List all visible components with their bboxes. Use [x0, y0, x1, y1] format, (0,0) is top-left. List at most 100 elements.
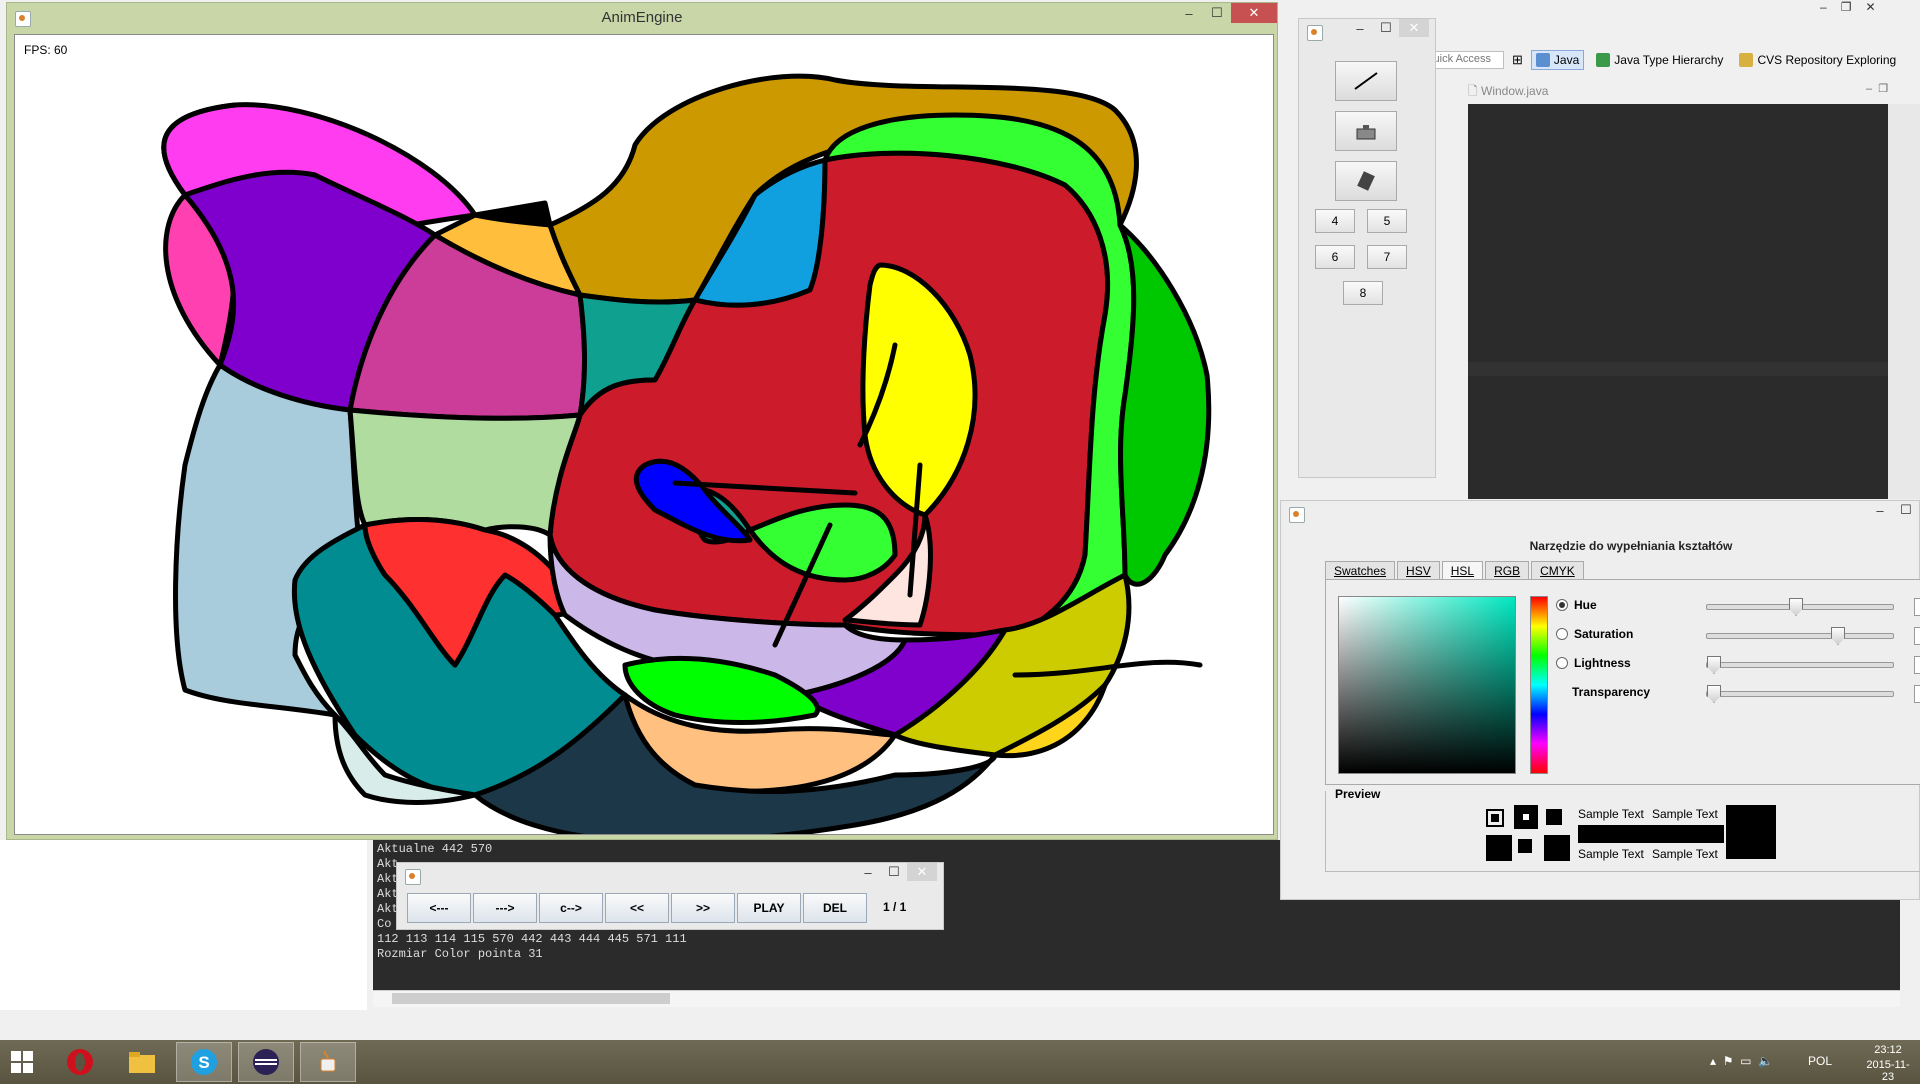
java-cup-icon	[320, 1050, 336, 1072]
preview-label: Preview	[1333, 787, 1383, 801]
tab-label: CMYK	[1540, 564, 1575, 578]
tab-swatches[interactable]: Swatches	[1325, 561, 1396, 580]
opera-taskbar-button[interactable]	[52, 1042, 108, 1082]
drawing-svg[interactable]	[15, 35, 1273, 834]
saturation-slider[interactable]	[1706, 627, 1894, 645]
restore-icon[interactable]: ❐	[1841, 0, 1852, 14]
tools-titlebar[interactable]: – ☐ ✕	[1299, 19, 1435, 43]
close-button[interactable]: ✕	[1231, 3, 1277, 23]
next-frame-button[interactable]: --->	[473, 893, 537, 923]
slider-thumb[interactable]	[1707, 656, 1721, 674]
tray-icons[interactable]: ▴ ⚑ ▭ 🔈	[1710, 1054, 1773, 1068]
tools-window: – ☐ ✕ 4 5 6 7 8	[1298, 18, 1436, 478]
tab-hsv[interactable]: HSV	[1397, 561, 1440, 580]
slider-thumb[interactable]	[1707, 685, 1721, 703]
hue-strip[interactable]	[1530, 596, 1548, 774]
editor-min-max-icons[interactable]: – ❐	[1866, 82, 1888, 95]
lightness-spinner[interactable]: 0	[1914, 656, 1920, 674]
animengine-titlebar[interactable]: AnimEngine – ☐ ✕	[7, 3, 1277, 33]
slider-thumb[interactable]	[1789, 598, 1803, 616]
saturation-radio[interactable]	[1556, 628, 1568, 640]
hue-slider[interactable]	[1706, 598, 1894, 616]
tool-button-7[interactable]: 7	[1367, 245, 1407, 269]
tab-rgb[interactable]: RGB	[1485, 561, 1530, 580]
preview-swatch	[1546, 809, 1562, 825]
skype-icon: S	[191, 1049, 217, 1075]
maximize-button[interactable]: ☐	[881, 863, 907, 881]
tool-button-5[interactable]: 5	[1367, 209, 1407, 233]
start-button[interactable]	[0, 1042, 44, 1082]
close-button[interactable]: ✕	[1399, 19, 1429, 37]
delete-frame-button[interactable]: DEL	[803, 893, 867, 923]
tab-hsl[interactable]: HSL	[1441, 561, 1484, 580]
code-editor[interactable]	[1468, 104, 1888, 499]
skype-taskbar-button[interactable]: S	[176, 1042, 232, 1082]
open-perspective-icon[interactable]: ⊞	[1512, 52, 1523, 68]
perspective-label: Java	[1553, 53, 1580, 67]
minimize-button[interactable]: –	[1867, 501, 1893, 519]
close-icon[interactable]: ✕	[1865, 0, 1875, 14]
hue-spinner[interactable]: 169	[1914, 598, 1920, 616]
paint-bucket-icon	[1356, 125, 1376, 140]
hue-radio[interactable]	[1556, 599, 1568, 611]
lightness-slider[interactable]	[1706, 656, 1894, 674]
window-controls: – ☐ ✕	[1347, 19, 1429, 37]
line-tool-button[interactable]	[1335, 61, 1397, 101]
hsl-panel: Hue 169 Saturation 68 Lightness 0 Transp…	[1325, 579, 1920, 785]
first-frame-button[interactable]: <<	[605, 893, 669, 923]
slider-thumb[interactable]	[1831, 627, 1845, 645]
shape-mint[interactable]	[347, 407, 583, 538]
maximize-button[interactable]: ☐	[1893, 501, 1919, 519]
console-vscrollbar[interactable]	[1900, 900, 1920, 990]
copy-frame-button[interactable]: c-->	[539, 893, 603, 923]
saturation-spinner[interactable]: 68	[1914, 627, 1920, 645]
minimize-icon[interactable]: –	[1820, 0, 1827, 14]
chooser-titlebar[interactable]: – ☐	[1281, 501, 1919, 525]
perspective-label: Java Type Hierarchy	[1614, 53, 1724, 67]
animengine-window: AnimEngine – ☐ ✕ FPS: 60	[6, 2, 1278, 840]
fill-tool-button[interactable]	[1335, 111, 1397, 151]
minimize-button[interactable]: –	[1175, 3, 1203, 23]
play-button[interactable]: PLAY	[737, 893, 801, 923]
eclipse-taskbar-button[interactable]	[238, 1042, 294, 1082]
minimize-button[interactable]: –	[1347, 19, 1373, 37]
tool-button-6[interactable]: 6	[1315, 245, 1355, 269]
console-scroll-thumb[interactable]	[392, 993, 670, 1004]
eraser-tool-button[interactable]	[1335, 161, 1397, 201]
editor-current-line	[1468, 362, 1888, 376]
tool-button-4[interactable]: 4	[1315, 209, 1355, 233]
drawing-canvas[interactable]: FPS: 60	[14, 34, 1274, 835]
shape-green[interactable]	[1117, 222, 1212, 587]
perspective-type-hierarchy[interactable]: Java Type Hierarchy	[1592, 51, 1727, 69]
editor-scrollbar[interactable]	[1888, 104, 1920, 499]
close-button[interactable]: ✕	[907, 863, 937, 881]
tool-button-8[interactable]: 8	[1343, 281, 1383, 305]
maximize-button[interactable]: ☐	[1203, 3, 1231, 23]
java-app-icon	[405, 869, 421, 885]
prev-frame-button[interactable]: <---	[407, 893, 471, 923]
transparency-spinner[interactable]: 0	[1914, 685, 1920, 703]
perspective-cvs[interactable]: CVS Repository Exploring	[1735, 51, 1900, 69]
minimize-button[interactable]: –	[855, 863, 881, 881]
preview-swatch	[1518, 839, 1532, 853]
explorer-taskbar-button[interactable]	[114, 1042, 170, 1082]
window-controls: – ☐	[1867, 501, 1919, 519]
language-indicator[interactable]: POL	[1808, 1054, 1832, 1068]
chooser-title: Narzędzie do wypełniania kształtów	[1529, 539, 1733, 553]
transparency-slider[interactable]	[1706, 685, 1894, 703]
tab-cmyk[interactable]: CMYK	[1531, 561, 1584, 580]
saturation-lightness-picker[interactable]	[1338, 596, 1516, 774]
java-taskbar-button[interactable]	[300, 1042, 356, 1082]
last-frame-button[interactable]: >>	[671, 893, 735, 923]
opera-icon	[67, 1049, 93, 1075]
transparency-label: Transparency	[1572, 685, 1651, 699]
tab-label: RGB	[1494, 564, 1521, 578]
editor-tab[interactable]: 🗋 Window.java	[1468, 82, 1548, 103]
perspective-java[interactable]: Java	[1530, 50, 1585, 70]
maximize-button[interactable]: ☐	[1373, 19, 1399, 37]
color-mode-tabs: Swatches HSV HSL RGB CMYK	[1325, 561, 1586, 580]
clock-time: 23:12	[1874, 1044, 1902, 1056]
player-titlebar[interactable]: – ☐ ✕	[397, 863, 943, 887]
lightness-radio[interactable]	[1556, 657, 1568, 669]
clock[interactable]: 23:12 2015-11-23	[1862, 1044, 1914, 1083]
